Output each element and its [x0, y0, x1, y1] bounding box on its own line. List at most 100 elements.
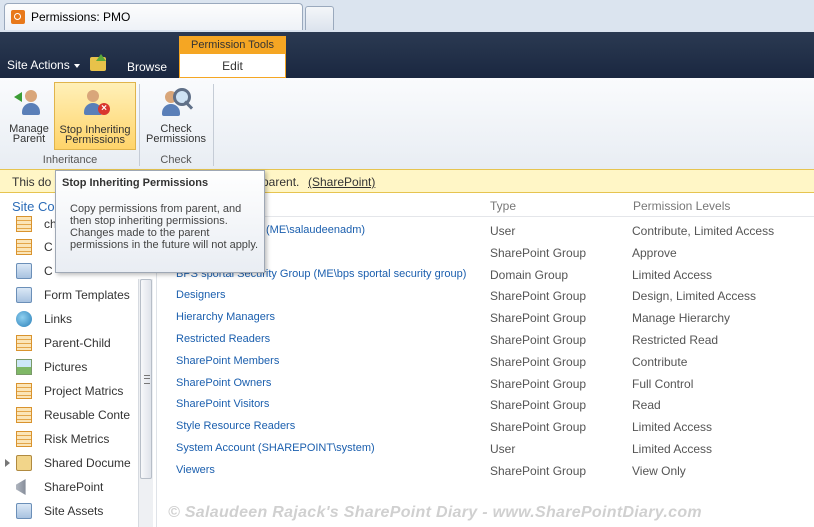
notification-text-end: parent.	[262, 175, 300, 189]
library-icon	[16, 263, 32, 279]
quick-launch-item-links[interactable]: Links	[0, 308, 138, 330]
quick-launch-item-reusable-content[interactable]: Reusable Conte	[0, 404, 138, 426]
list-icon	[16, 431, 32, 447]
permission-type: User	[490, 442, 516, 456]
permission-levels: Limited Access	[632, 268, 713, 282]
permission-type: SharePoint Group	[490, 398, 587, 412]
quick-launch-item-label: C	[44, 264, 53, 278]
table-row: SharePoint Visitors SharePoint Group Rea…	[160, 394, 814, 416]
announcements-icon	[16, 479, 26, 495]
quick-launch-item-site-assets[interactable]: Site Assets	[0, 500, 138, 522]
table-row: Hierarchy Managers SharePoint Group Mana…	[160, 307, 814, 329]
permission-name-link[interactable]: (ME\salaudeenadm)	[266, 224, 365, 236]
permission-levels: Approve	[632, 246, 677, 260]
library-icon	[16, 503, 32, 519]
list-icon	[16, 383, 32, 399]
quick-launch-item-shared-documents[interactable]: Shared Docume	[0, 452, 138, 474]
ribbon-group-divider	[139, 84, 140, 166]
quick-launch-item-label: SharePoint	[44, 480, 104, 494]
table-row: Style Resource Readers SharePoint Group …	[160, 416, 814, 438]
browser-tab-strip: Permissions: PMO	[0, 0, 814, 32]
tab-browse[interactable]: Browse	[127, 60, 167, 74]
quick-launch-item-label: Form Templates	[44, 288, 130, 302]
quick-launch-item-pictures[interactable]: Pictures	[0, 356, 138, 378]
quick-launch-item-form-templates[interactable]: Form Templates	[0, 284, 138, 306]
permission-levels: Read	[632, 398, 661, 412]
stop-inheriting-label-2: Permissions	[65, 134, 125, 146]
notification-text-start: This do	[12, 175, 52, 189]
list-icon	[16, 239, 32, 255]
quick-launch-item-sharepoint[interactable]: SharePoint	[0, 476, 138, 498]
ribbon-tab-bar	[0, 32, 814, 78]
table-row: System Account (SHAREPOINT\system) User …	[160, 438, 814, 460]
watermark: © Salaudeen Rajack's SharePoint Diary - …	[168, 504, 702, 521]
expand-arrow-icon[interactable]	[5, 459, 10, 467]
table-row: Designers SharePoint Group Design, Limit…	[160, 285, 814, 307]
sharepoint-favicon-icon	[11, 10, 25, 24]
permission-name-link[interactable]: SharePoint Visitors	[176, 398, 269, 410]
column-header-type[interactable]: Type	[490, 199, 516, 213]
navigate-up-icon[interactable]	[90, 54, 106, 71]
library-icon	[16, 287, 32, 303]
quick-launch-item-parent-child[interactable]: Parent-Child	[0, 332, 138, 354]
chevron-down-icon	[73, 63, 80, 68]
column-header-permission-levels[interactable]: Permission Levels	[633, 199, 730, 213]
permission-type: Domain Group	[490, 268, 569, 282]
tooltip-title: Stop Inheriting Permissions	[62, 177, 209, 189]
table-row: SharePoint Members SharePoint Group Cont…	[160, 351, 814, 373]
table-row: Restricted Readers SharePoint Group Rest…	[160, 329, 814, 351]
permission-name-link[interactable]: Restricted Readers	[176, 333, 270, 345]
browser-tab[interactable]: Permissions: PMO	[4, 3, 303, 30]
check-permissions-label-2: Permissions	[146, 133, 206, 145]
permission-name-link[interactable]: Designers	[176, 289, 226, 301]
permission-name-link[interactable]: System Account (SHAREPOINT\system)	[176, 442, 375, 454]
permission-tools-group-label: Permission Tools	[179, 36, 286, 54]
check-permissions-button[interactable]: Check Permissions	[143, 86, 209, 145]
new-tab-button[interactable]	[305, 6, 334, 30]
permission-levels: Restricted Read	[632, 333, 719, 347]
stop-inheriting-permissions-button[interactable]: × Stop Inheriting Permissions	[54, 82, 136, 150]
permission-levels: Full Control	[632, 377, 694, 391]
quick-launch-item-project-matrics[interactable]: Project Matrics	[0, 380, 138, 402]
check-permissions-icon	[160, 86, 194, 118]
quick-launch-item-label: Reusable Conte	[44, 408, 131, 422]
site-content-heading[interactable]: Site Co	[12, 199, 55, 214]
site-actions-menu[interactable]: Site Actions	[7, 58, 80, 72]
permission-type: SharePoint Group	[490, 355, 587, 369]
permission-levels: Limited Access	[632, 420, 713, 434]
permission-name-link[interactable]: SharePoint Members	[176, 355, 279, 367]
inheritance-group-label: Inheritance	[42, 154, 98, 166]
scrollbar-thumb[interactable]	[140, 279, 152, 479]
quick-launch-scrollbar[interactable]	[138, 279, 153, 527]
quick-launch-item-label: Site Assets	[44, 504, 104, 518]
permission-name-link[interactable]: Style Resource Readers	[176, 420, 295, 432]
permission-levels: Contribute, Limited Access	[632, 224, 775, 238]
tooltip-body: Copy permissions from parent, and then s…	[70, 203, 259, 251]
quick-launch-item-label: Links	[44, 312, 73, 326]
permission-name-link[interactable]: SharePoint Owners	[176, 377, 271, 389]
permission-type: SharePoint Group	[490, 420, 587, 434]
permission-type: SharePoint Group	[490, 377, 587, 391]
manage-parent-label-2: Parent	[12, 133, 46, 145]
table-row: Viewers SharePoint Group View Only	[160, 460, 814, 482]
permission-name-link[interactable]: Viewers	[176, 464, 215, 476]
table-row: SharePoint Owners SharePoint Group Full …	[160, 373, 814, 395]
permission-type: SharePoint Group	[490, 311, 587, 325]
permission-levels: Design, Limited Access	[632, 289, 757, 303]
quick-launch-item-risk-metrics[interactable]: Risk Metrics	[0, 428, 138, 450]
permission-type: SharePoint Group	[490, 464, 587, 478]
browser-tab-title: Permissions: PMO	[31, 10, 131, 24]
parent-site-link[interactable]: (SharePoint)	[308, 175, 375, 189]
quick-launch-item-label: Project Matrics	[44, 384, 124, 398]
check-group-label: Check	[160, 154, 192, 166]
tab-edit[interactable]: Edit	[179, 54, 286, 78]
permission-type: SharePoint Group	[490, 246, 587, 260]
quick-launch-item-label: Parent-Child	[44, 336, 111, 350]
manage-parent-button[interactable]: Manage Parent	[4, 86, 54, 145]
links-icon	[16, 311, 32, 327]
permission-levels: Manage Hierarchy	[632, 311, 731, 325]
permission-levels: Contribute	[632, 355, 688, 369]
stop-inheriting-tooltip: Stop Inheriting Permissions Copy permiss…	[55, 170, 265, 273]
permission-name-link[interactable]: Hierarchy Managers	[176, 311, 275, 323]
permission-type: SharePoint Group	[490, 333, 587, 347]
